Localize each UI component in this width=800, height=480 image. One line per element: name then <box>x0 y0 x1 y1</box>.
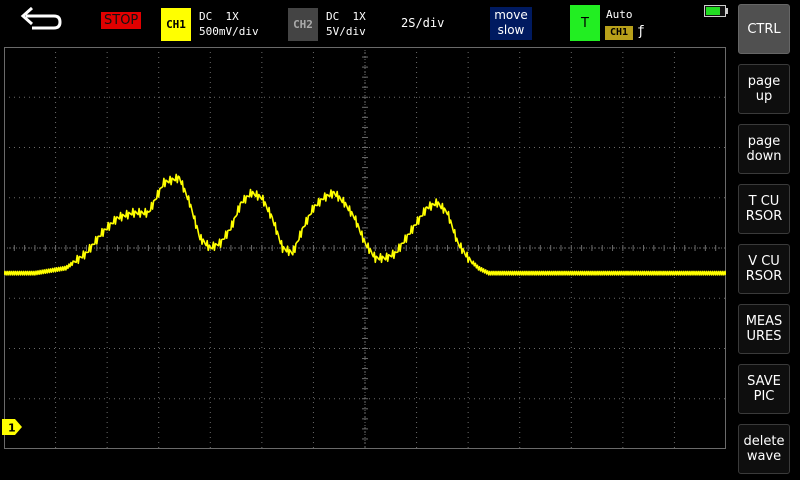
trigger-mode[interactable]: Auto <box>606 8 633 21</box>
ch1-badge[interactable]: CH1 <box>161 8 191 41</box>
ch1-coupling: DC 1X <box>199 10 239 23</box>
battery-level <box>706 7 721 15</box>
trigger-edge-icon: ƒ <box>637 24 645 39</box>
sidebar-button-page-up[interactable]: page up <box>738 64 790 114</box>
battery-tip <box>726 8 728 14</box>
ch2-settings[interactable]: DC 1X 5V/div <box>326 9 366 39</box>
ch2-badge[interactable]: CH2 <box>288 8 318 41</box>
sidebar-button-t-cu-rsor[interactable]: T CU RSOR <box>738 184 790 234</box>
ch1-ground-marker[interactable]: 1 <box>2 419 22 435</box>
move-speed-line2: slow <box>497 23 525 37</box>
ch2-scale: 5V/div <box>326 25 366 38</box>
ch1-settings[interactable]: DC 1X 500mV/div <box>199 9 259 39</box>
status-bar: STOP CH1 DC 1X 500mV/div CH2 DC 1X 5V/di… <box>0 0 732 44</box>
trigger-source[interactable]: CH1 <box>605 26 633 40</box>
ch2-coupling: DC 1X <box>326 10 366 23</box>
sidebar-button-save-pic[interactable]: SAVE PIC <box>738 364 790 414</box>
ch1-scale: 500mV/div <box>199 25 259 38</box>
trigger-badge[interactable]: T <box>570 5 600 41</box>
move-speed-line1: move <box>494 8 528 22</box>
sidebar-button-meas-ures[interactable]: MEAS URES <box>738 304 790 354</box>
back-arrow-icon[interactable] <box>18 4 64 34</box>
ch1-marker-label: 1 <box>8 422 16 435</box>
sidebar-button-delete-wave[interactable]: delete wave <box>738 424 790 474</box>
timebase-readout[interactable]: 2S/div <box>401 16 444 30</box>
battery-icon <box>704 5 726 17</box>
run-state-badge[interactable]: STOP <box>101 12 142 29</box>
move-speed-button[interactable]: move slow <box>490 7 532 40</box>
sidebar-button-ctrl[interactable]: CTRL <box>738 4 790 54</box>
sidebar-button-v-cu-rsor[interactable]: V CU RSOR <box>738 244 790 294</box>
waveform-display[interactable] <box>4 47 726 449</box>
sidebar-button-page-down[interactable]: page down <box>738 124 790 174</box>
